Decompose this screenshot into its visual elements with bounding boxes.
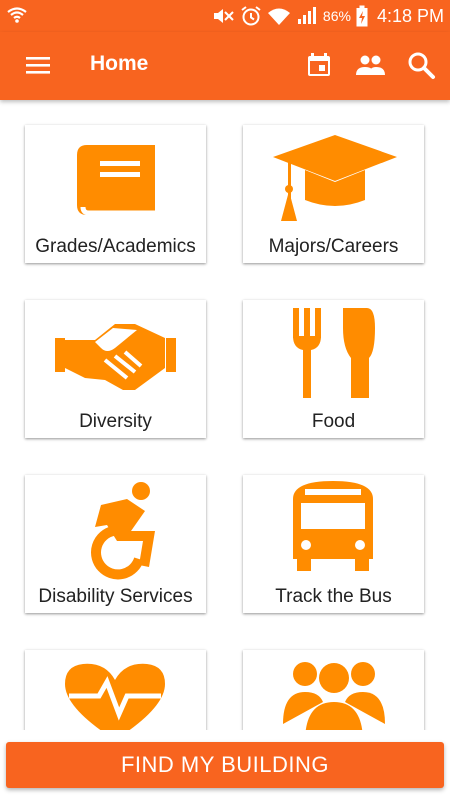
tile-label: Disability Services	[38, 586, 193, 607]
tile-label: Diversity	[79, 411, 152, 432]
tile-majors-careers[interactable]: Majors/Careers	[243, 125, 424, 263]
calendar-icon[interactable]	[302, 48, 336, 82]
heart-pulse-icon	[25, 650, 206, 730]
tile-label: Majors/Careers	[268, 236, 399, 257]
wifi-calling-icon	[6, 5, 28, 30]
menu-icon[interactable]	[22, 52, 58, 80]
app-bar: Home	[0, 32, 450, 100]
tile-label: Grades/Academics	[35, 236, 196, 257]
tile-health[interactable]	[25, 650, 206, 730]
find-my-building-button[interactable]: FIND MY BUILDING	[6, 742, 444, 788]
bus-icon	[243, 475, 424, 583]
fork-knife-icon	[243, 300, 424, 408]
group-icon	[243, 650, 424, 730]
tile-grid: Grades/Academics Majors/Careers Diversit…	[0, 100, 450, 730]
tile-label: Track the Bus	[275, 586, 392, 607]
book-icon	[25, 125, 206, 233]
tile-food[interactable]: Food	[243, 300, 424, 438]
tile-label: Food	[311, 411, 356, 432]
battery-charging-icon	[356, 5, 368, 27]
tile-track-the-bus[interactable]: Track the Bus	[243, 475, 424, 613]
signal-icon	[296, 6, 318, 26]
clock-time: 4:18 PM	[376, 5, 444, 26]
page-title: Home	[90, 52, 149, 75]
status-bar: 86% 4:18 PM	[0, 0, 450, 32]
accessibility-icon	[25, 475, 206, 583]
graduation-cap-icon	[243, 125, 424, 233]
tile-grades-academics[interactable]: Grades/Academics	[25, 125, 206, 263]
tile-disability-services[interactable]: Disability Services	[25, 475, 206, 613]
handshake-icon	[25, 300, 206, 408]
people-icon[interactable]	[353, 48, 387, 82]
tile-groups[interactable]	[243, 650, 424, 730]
tile-diversity[interactable]: Diversity	[25, 300, 206, 438]
search-icon[interactable]	[404, 48, 438, 82]
wifi-icon	[267, 6, 291, 26]
battery-percent: 86%	[322, 8, 351, 24]
alarm-icon	[240, 5, 262, 27]
mute-icon	[211, 6, 235, 26]
